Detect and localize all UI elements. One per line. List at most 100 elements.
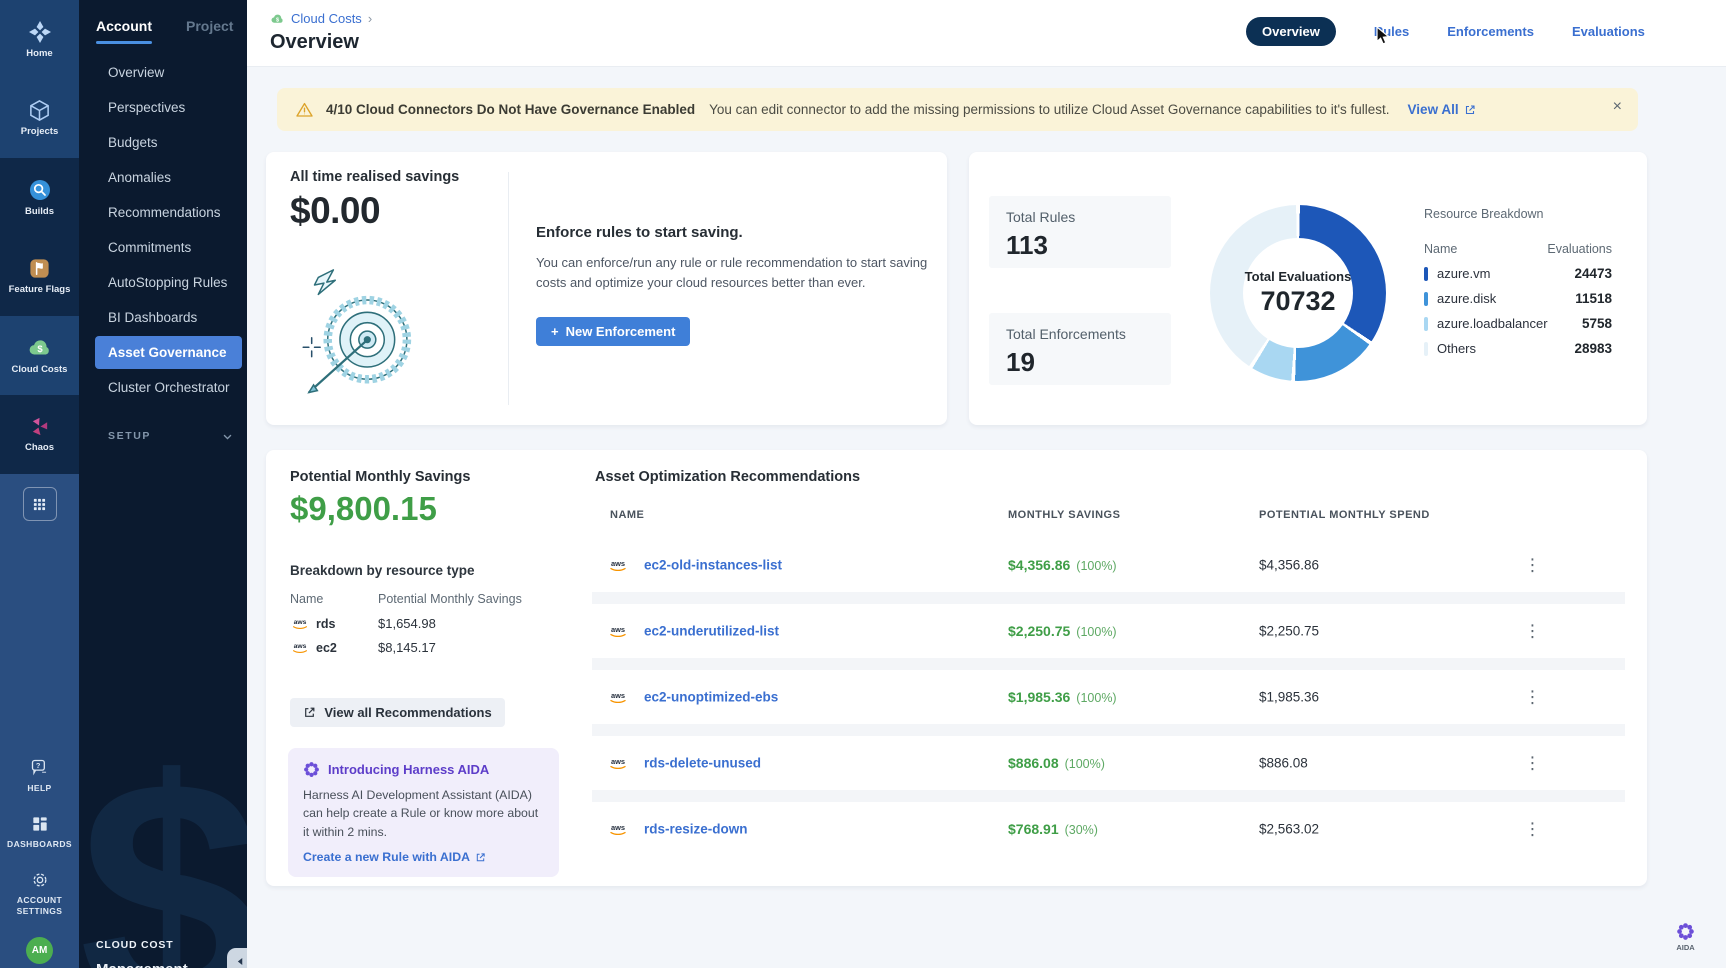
breadcrumb-link[interactable]: Cloud Costs bbox=[291, 11, 362, 26]
rail-item-chaos[interactable]: Chaos bbox=[0, 395, 79, 474]
legend-row: azure.vm 24473 bbox=[1424, 266, 1612, 281]
setup-label: SETUP bbox=[108, 430, 151, 442]
rail-item-label: Feature Flags bbox=[9, 285, 71, 296]
sidebar-item-recommendations[interactable]: Recommendations bbox=[95, 196, 242, 229]
table-row: aws rds-resize-down $768.91(30%) $2,563.… bbox=[592, 802, 1625, 856]
view-all-recommendations-button[interactable]: View all Recommendations bbox=[290, 698, 505, 727]
sidebar-item-perspectives[interactable]: Perspectives bbox=[95, 91, 242, 124]
user-avatar[interactable]: AM bbox=[26, 937, 53, 964]
sidebar-collapse-button[interactable] bbox=[227, 948, 247, 968]
new-enforcement-button[interactable]: + New Enforcement bbox=[536, 317, 690, 346]
potential-monthly-spend: $886.08 bbox=[1259, 756, 1308, 771]
savings-card-title: All time realised savings bbox=[290, 169, 459, 185]
sidebar-item-overview[interactable]: Overview bbox=[95, 56, 242, 89]
legend-marker bbox=[1424, 342, 1428, 356]
monthly-savings: $4,356.86 bbox=[1008, 557, 1070, 573]
total-enforcements-label: Total Enforcements bbox=[1006, 326, 1126, 342]
svg-text:aws: aws bbox=[611, 625, 625, 634]
asset-optimization-section: Asset Optimization Recommendations NAME … bbox=[592, 450, 1625, 886]
sidebar-item-cluster-orchestrator[interactable]: Cluster Orchestrator bbox=[95, 371, 242, 404]
rail-item-help[interactable]: ? HELP bbox=[4, 757, 76, 794]
recommendation-link[interactable]: rds-resize-down bbox=[644, 822, 748, 837]
aida-fab[interactable]: AIDA bbox=[1676, 922, 1695, 952]
rail-item-feature-flags[interactable]: Feature Flags bbox=[0, 237, 79, 316]
svg-text:aws: aws bbox=[294, 643, 307, 650]
savings-percent: (100%) bbox=[1076, 559, 1116, 573]
aida-create-rule-link[interactable]: Create a new Rule with AIDA bbox=[303, 850, 544, 864]
page-header: $ Cloud Costs › Overview Overview Rules … bbox=[247, 0, 1726, 67]
close-icon[interactable]: × bbox=[1613, 98, 1622, 116]
recommendation-link[interactable]: ec2-old-instances-list bbox=[644, 558, 782, 573]
rail-item-cloud-costs[interactable]: $ Cloud Costs bbox=[0, 316, 79, 395]
sidebar-item-autostopping-rules[interactable]: AutoStopping Rules bbox=[95, 266, 242, 299]
legend-col-evaluations: Evaluations bbox=[1547, 242, 1612, 256]
recommendation-link[interactable]: ec2-unoptimized-ebs bbox=[644, 690, 778, 705]
breadcrumb: $ Cloud Costs › bbox=[270, 11, 372, 26]
kebab-menu-icon[interactable]: ⋮ bbox=[1524, 689, 1541, 706]
rail-item-builds[interactable]: Builds bbox=[0, 158, 79, 237]
svg-text:aws: aws bbox=[294, 619, 307, 626]
resource-name: ec2 bbox=[316, 641, 337, 655]
tab-account[interactable]: Account bbox=[96, 18, 152, 44]
rail-bottom-section: ? HELP DASHBOARDS ACCOUNT SETTINGS AM bbox=[0, 474, 79, 968]
sidebar-item-bi-dashboards[interactable]: BI Dashboards bbox=[95, 301, 242, 334]
sidebar-item-anomalies[interactable]: Anomalies bbox=[95, 161, 242, 194]
recommendation-link[interactable]: rds-delete-unused bbox=[644, 756, 761, 771]
rail-item-label: Builds bbox=[25, 207, 54, 218]
rail-item-home[interactable]: Home bbox=[0, 0, 79, 79]
tab-rules[interactable]: Rules bbox=[1374, 24, 1409, 39]
rail-item-label: ACCOUNT SETTINGS bbox=[4, 895, 76, 917]
sidebar-item-commitments[interactable]: Commitments bbox=[95, 231, 242, 264]
harness-logo-icon bbox=[28, 20, 52, 44]
kebab-menu-icon[interactable]: ⋮ bbox=[1524, 821, 1541, 838]
rail-top-section: Home Projects bbox=[0, 0, 79, 158]
potential-monthly-spend: $1,985.36 bbox=[1259, 690, 1319, 705]
resource-savings: $8,145.17 bbox=[378, 640, 436, 655]
cloud-dollar-icon: $ bbox=[27, 336, 53, 360]
rail-item-projects[interactable]: Projects bbox=[0, 79, 79, 158]
table-row: aws rds-delete-unused $886.08(100%) $886… bbox=[592, 736, 1625, 790]
donut-center-label: Total Evaluations bbox=[1245, 269, 1352, 284]
kebab-menu-icon[interactable]: ⋮ bbox=[1524, 557, 1541, 574]
tab-enforcements[interactable]: Enforcements bbox=[1447, 24, 1534, 39]
rail-item-account-settings[interactable]: ACCOUNT SETTINGS bbox=[4, 870, 76, 917]
module-picker-button[interactable] bbox=[23, 487, 57, 521]
aws-icon: aws bbox=[290, 641, 310, 654]
realised-savings-card: All time realised savings $0.00 bbox=[266, 152, 947, 425]
kebab-menu-icon[interactable]: ⋮ bbox=[1524, 623, 1541, 640]
promo-title: Enforce rules to start saving. bbox=[536, 224, 946, 241]
tab-evaluations[interactable]: Evaluations bbox=[1572, 24, 1645, 39]
dashboards-icon bbox=[30, 814, 50, 834]
sidebar-item-asset-governance[interactable]: Asset Governance bbox=[95, 336, 242, 369]
header-tabs: Overview Rules Enforcements Evaluations bbox=[1246, 17, 1645, 46]
aida-flower-icon bbox=[303, 761, 320, 778]
rail-item-dashboards[interactable]: DASHBOARDS bbox=[4, 814, 76, 850]
potential-savings-title: Potential Monthly Savings bbox=[290, 469, 470, 485]
aws-icon: aws bbox=[290, 617, 310, 630]
sidebar-setup-toggle[interactable]: SETUP bbox=[108, 430, 233, 442]
aida-card-header: Introducing Harness AIDA bbox=[303, 761, 544, 778]
kebab-menu-icon[interactable]: ⋮ bbox=[1524, 755, 1541, 772]
external-link-icon bbox=[303, 706, 316, 719]
donut-center-value: 70732 bbox=[1260, 286, 1335, 317]
tab-project[interactable]: Project bbox=[186, 18, 233, 44]
aws-icon: aws bbox=[607, 756, 629, 771]
svg-text:$: $ bbox=[276, 17, 279, 23]
collapse-arrow-icon bbox=[237, 958, 244, 965]
rail-item-label: Home bbox=[26, 49, 52, 60]
monthly-savings: $768.91 bbox=[1008, 821, 1059, 837]
total-enforcements-box: Total Enforcements 19 bbox=[989, 313, 1171, 385]
legend-value: 28983 bbox=[1574, 341, 1612, 356]
sidebar-item-budgets[interactable]: Budgets bbox=[95, 126, 242, 159]
banner-view-all-link[interactable]: View All bbox=[1408, 102, 1476, 117]
legend-value: 11518 bbox=[1575, 291, 1612, 306]
recommendation-link[interactable]: ec2-underutilized-list bbox=[644, 624, 779, 639]
card-divider bbox=[508, 172, 509, 405]
chevron-down-icon bbox=[222, 431, 233, 442]
savings-percent: (100%) bbox=[1065, 757, 1105, 771]
tab-overview[interactable]: Overview bbox=[1246, 17, 1336, 46]
external-link-icon bbox=[475, 852, 486, 863]
aws-icon: aws bbox=[607, 822, 629, 837]
breakdown-header: Name Potential Monthly Savings bbox=[290, 592, 522, 606]
sidebar: Account Project Overview Perspectives Bu… bbox=[79, 0, 247, 968]
